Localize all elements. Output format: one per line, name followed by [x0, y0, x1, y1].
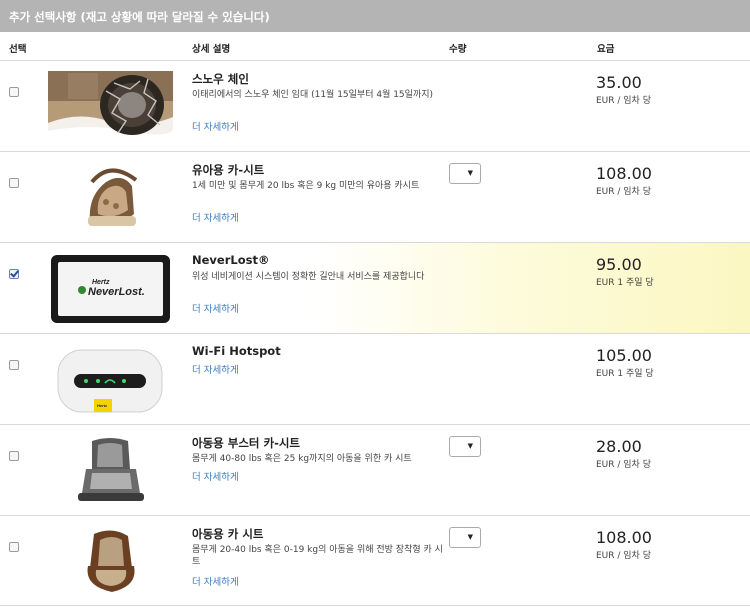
column-header-quantity: 수량: [449, 44, 467, 55]
column-header-description: 상세 설명: [192, 44, 231, 55]
option-description: 이태리에서의 스노우 체인 임대 (11월 15일부터 4월 15일까지): [192, 90, 434, 100]
wifi-hotspot-device-image: Hertz: [48, 344, 173, 416]
option-price-unit: EUR / 임차 당: [596, 460, 651, 470]
option-price: 105.00: [596, 346, 652, 365]
dropdown-arrow-icon: ▼: [467, 442, 473, 450]
option-title: 아동용 카 시트: [192, 527, 264, 541]
option-description: 몸무게 20-40 lbs 혹은 0-19 kg의 아동을 위해 전방 장착형 …: [192, 545, 443, 567]
booster-seat-image: [48, 435, 173, 507]
select-checkbox[interactable]: [9, 360, 19, 370]
option-row-wifi-hotspot: Hertz Wi-Fi Hotspot 더 자세하게 105.00 EUR 1 …: [0, 333, 750, 424]
more-details-link[interactable]: 더 자세하게: [192, 210, 239, 224]
more-details-link[interactable]: 더 자세하게: [192, 469, 239, 483]
section-title: 추가 선택사항 (재고 상황에 따라 달라질 수 있습니다): [9, 10, 270, 24]
option-title: 유아용 카-시트: [192, 163, 265, 177]
quantity-select[interactable]: ▼: [449, 163, 481, 184]
section-header: 추가 선택사항 (재고 상황에 따라 달라질 수 있습니다): [0, 0, 750, 32]
more-details-link[interactable]: 더 자세하게: [192, 362, 239, 376]
child-car-seat-image: [48, 526, 173, 598]
option-price-unit: EUR 1 주일 당: [596, 278, 654, 288]
more-details-link[interactable]: 더 자세하게: [192, 574, 239, 588]
column-header-price: 요금: [597, 44, 615, 55]
option-price: 108.00: [596, 164, 652, 183]
option-title: 스노우 체인: [192, 72, 249, 86]
gps-product-text: NeverLost.: [88, 286, 145, 298]
more-details-link[interactable]: 더 자세하게: [192, 301, 239, 315]
option-title: 아동용 부스터 카-시트: [192, 436, 300, 450]
option-row-neverlost: Hertz NeverLost. NeverLost® 위성 네비게이션 시스템…: [0, 242, 750, 333]
select-checkbox[interactable]: [9, 451, 19, 461]
select-checkbox[interactable]: [9, 542, 19, 552]
more-details-link[interactable]: 더 자세하게: [192, 119, 239, 133]
quantity-select[interactable]: ▼: [449, 436, 481, 457]
option-title: NeverLost®: [192, 253, 270, 267]
option-price-unit: EUR / 임차 당: [596, 551, 651, 561]
gps-brand-text: Hertz: [92, 279, 110, 286]
option-price-unit: EUR / 임차 당: [596, 187, 651, 197]
gps-device-image: Hertz NeverLost.: [48, 253, 173, 325]
infant-car-seat-image: [48, 162, 173, 234]
option-description: 몸무게 40-80 lbs 혹은 25 kg까지의 아동을 위한 카 시트: [192, 454, 412, 464]
column-header-select: 선택: [9, 44, 27, 55]
dropdown-arrow-icon: ▼: [467, 169, 473, 177]
option-price: 28.00: [596, 437, 642, 456]
option-description: 1세 미만 및 몸무게 20 lbs 혹은 9 kg 미만의 유아용 카시트: [192, 181, 420, 191]
option-row-booster-seat: 아동용 부스터 카-시트 몸무게 40-80 lbs 혹은 25 kg까지의 아…: [0, 424, 750, 515]
option-price-unit: EUR / 임차 당: [596, 96, 651, 106]
option-description: 위성 네비게이션 시스템이 정확한 길안내 서비스를 제공합니다: [192, 272, 425, 282]
hotspot-brand-text: Hertz: [97, 403, 107, 408]
dropdown-arrow-icon: ▼: [467, 533, 473, 541]
option-price: 108.00: [596, 528, 652, 547]
option-price: 95.00: [596, 255, 642, 274]
select-checkbox[interactable]: [9, 269, 19, 279]
option-row-snow-chain: 스노우 체인 이태리에서의 스노우 체인 임대 (11월 15일부터 4월 15…: [0, 60, 750, 151]
select-checkbox[interactable]: [9, 178, 19, 188]
option-row-child-car-seat: 아동용 카 시트 몸무게 20-40 lbs 혹은 0-19 kg의 아동을 위…: [0, 515, 750, 606]
option-row-infant-car-seat: 유아용 카-시트 1세 미만 및 몸무게 20 lbs 혹은 9 kg 미만의 …: [0, 151, 750, 242]
option-price-unit: EUR 1 주일 당: [596, 369, 654, 379]
snow-chain-tire-image: [48, 71, 173, 143]
option-price: 35.00: [596, 73, 642, 92]
select-checkbox[interactable]: [9, 87, 19, 97]
column-header-row: 선택 상세 설명 수량 요금: [0, 32, 750, 60]
quantity-select[interactable]: ▼: [449, 527, 481, 548]
option-title: Wi-Fi Hotspot: [192, 344, 281, 358]
